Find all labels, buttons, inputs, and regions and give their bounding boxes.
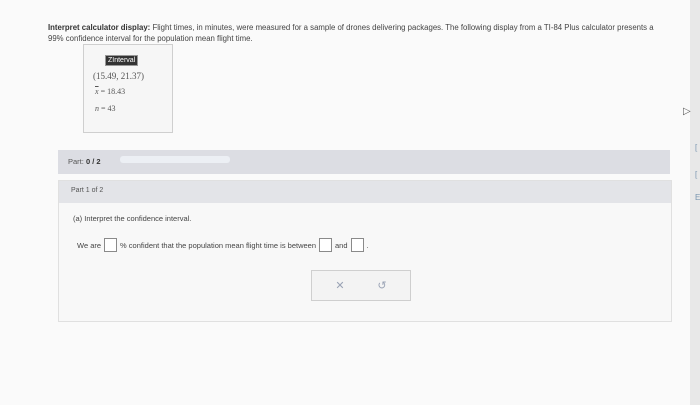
calculator-display: ZInterval (15.49, 21.37) x = 18.43 n = 4… [83, 44, 173, 133]
mean-value: 18.43 [107, 87, 126, 96]
edge-icon-2: [ [695, 170, 698, 179]
edge-icon-3: E [695, 193, 700, 202]
n-equals: = [101, 104, 106, 113]
close-icon[interactable]: ✕ [332, 278, 348, 294]
part-header: Part 1 of 2 [59, 181, 671, 203]
n-symbol: n [95, 104, 99, 113]
part-panel: Part 1 of 2 (a) Interpret the confidence… [58, 180, 672, 322]
progress-track [120, 156, 230, 163]
part-separator: / [92, 157, 95, 166]
edge-icon-1: [ [695, 143, 698, 152]
problem-label: Interpret calculator display: [48, 23, 151, 32]
mean-symbol: x [95, 87, 99, 96]
n-value: 43 [107, 104, 116, 113]
problem-statement: Interpret calculator display: Flight tim… [48, 22, 668, 44]
page: Interpret calculator display: Flight tim… [0, 0, 700, 405]
undo-icon[interactable]: ↺ [374, 278, 390, 294]
part-progress-bar: Part: 0 / 2 [58, 150, 670, 174]
confidence-level-input[interactable] [104, 238, 118, 252]
upper-bound-input[interactable] [350, 238, 364, 252]
calculator-title: ZInterval [105, 55, 139, 66]
question-text: (a) Interpret the confidence interval. [73, 214, 192, 223]
calculator-sample-size: n = 43 [95, 104, 116, 113]
calculator-mean: x = 18.43 [95, 87, 125, 96]
part-label-text: Part: [68, 157, 84, 166]
answer-connector: and [335, 240, 348, 250]
part-current: 0 [85, 157, 91, 166]
cursor-icon: ▷ [683, 106, 691, 117]
part-of-label: Part 1 of 2 [71, 187, 104, 194]
answer-suffix: . [366, 240, 369, 250]
calculator-interval: (15.49, 21.37) [93, 71, 144, 81]
answer-sentence: We are % confident that the population m… [77, 238, 369, 252]
lower-bound-input[interactable] [319, 238, 333, 252]
answer-actions: ✕ ↺ [311, 270, 411, 301]
answer-middle: % confident that the population mean fli… [120, 240, 317, 250]
part-progress-label: Part: 0 / 2 [68, 157, 101, 166]
mean-equals: = [100, 87, 106, 96]
answer-prefix: We are [77, 240, 102, 250]
right-edge-panel [690, 0, 700, 405]
part-total: 2 [96, 157, 101, 166]
